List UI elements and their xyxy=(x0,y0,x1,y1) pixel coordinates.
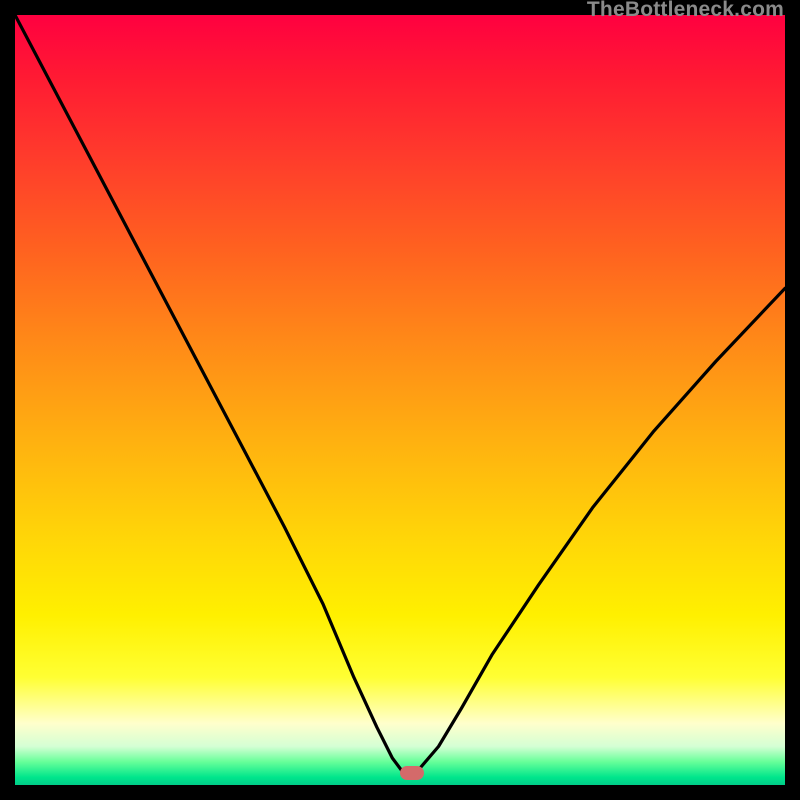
chart-frame: TheBottleneck.com xyxy=(0,0,800,800)
bottleneck-curve xyxy=(15,15,785,785)
optimal-point-marker xyxy=(400,766,424,780)
watermark-text: TheBottleneck.com xyxy=(587,0,784,22)
plot-area xyxy=(15,15,785,785)
